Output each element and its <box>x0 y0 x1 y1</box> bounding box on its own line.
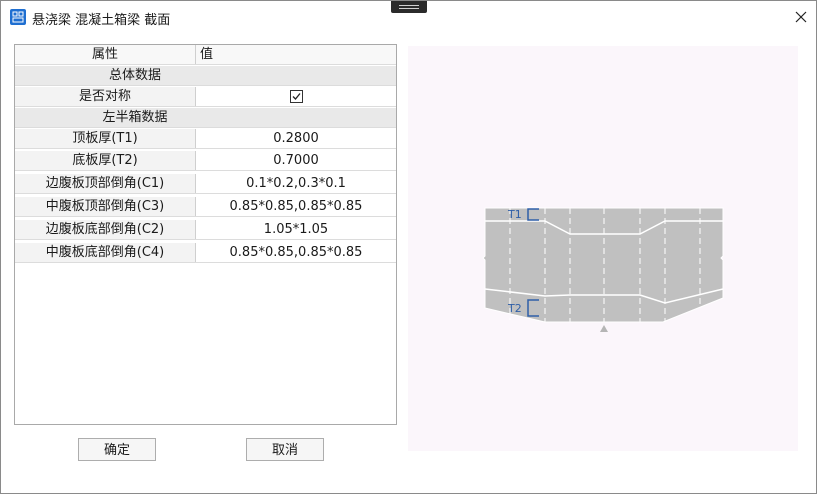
box-girder-section-drawing: T1 T2 <box>482 207 724 332</box>
app-icon <box>10 9 26 25</box>
drag-handle-icon[interactable] <box>391 1 427 13</box>
property-label: 边腹板底部倒角(C2) <box>15 220 196 239</box>
property-label: 边腹板顶部倒角(C1) <box>15 174 196 193</box>
window-title: 悬浇梁 混凝土箱梁 截面 <box>32 13 171 28</box>
table-row[interactable]: 中腹板顶部倒角(C3) 0.85*0.85,0.85*0.85 <box>15 197 396 217</box>
table-row[interactable]: 边腹板顶部倒角(C1) 0.1*0.2,0.3*0.1 <box>15 174 396 194</box>
table-row[interactable]: 边腹板底部倒角(C2) 1.05*1.05 <box>15 220 396 240</box>
header-property: 属性 <box>15 45 196 64</box>
value-cell[interactable]: 0.85*0.85,0.85*0.85 <box>196 197 396 216</box>
value-cell[interactable] <box>196 87 396 106</box>
dialog-window: 悬浇梁 混凝土箱梁 截面 属性 值 总体数据 是否对称 左半箱数据 顶板厚(T1… <box>0 0 817 494</box>
support-icon <box>600 325 608 332</box>
table-row[interactable]: 中腹板底部倒角(C4) 0.85*0.85,0.85*0.85 <box>15 243 396 263</box>
checkmark-icon <box>292 93 301 100</box>
title-bar: 悬浇梁 混凝土箱梁 截面 <box>1 1 816 33</box>
property-grid: 属性 值 总体数据 是否对称 左半箱数据 顶板厚(T1) 0.2800 底板厚(… <box>14 44 397 425</box>
ok-button[interactable]: 确定 <box>78 438 156 461</box>
table-row[interactable]: 顶板厚(T1) 0.2800 <box>15 129 396 149</box>
property-label: 是否对称 <box>15 87 196 106</box>
value-cell[interactable]: 0.2800 <box>196 129 396 148</box>
value-cell[interactable]: 1.05*1.05 <box>196 220 396 239</box>
group-row-left-box[interactable]: 左半箱数据 <box>15 108 396 128</box>
group-label: 左半箱数据 <box>102 110 168 125</box>
header-value: 值 <box>196 45 396 64</box>
property-label: 中腹板底部倒角(C4) <box>15 243 196 262</box>
close-button[interactable] <box>789 5 813 29</box>
table-row[interactable]: 底板厚(T2) 0.7000 <box>15 151 396 171</box>
property-label: 底板厚(T2) <box>15 151 196 170</box>
section-preview: T1 T2 <box>408 46 798 451</box>
t2-label: T2 <box>507 302 522 315</box>
value-cell[interactable]: 0.1*0.2,0.3*0.1 <box>196 174 396 193</box>
t1-label: T1 <box>507 208 522 221</box>
group-label: 总体数据 <box>108 68 161 83</box>
grid-header: 属性 值 <box>15 45 396 65</box>
cancel-button[interactable]: 取消 <box>246 438 324 461</box>
value-cell[interactable]: 0.85*0.85,0.85*0.85 <box>196 243 396 262</box>
symmetric-checkbox[interactable] <box>289 90 303 103</box>
group-row-overall[interactable]: 总体数据 <box>15 66 396 86</box>
property-label: 中腹板顶部倒角(C3) <box>15 197 196 216</box>
property-label: 顶板厚(T1) <box>15 129 196 148</box>
value-cell[interactable]: 0.7000 <box>196 151 396 170</box>
close-icon <box>795 11 807 23</box>
table-row[interactable]: 是否对称 <box>15 87 396 107</box>
